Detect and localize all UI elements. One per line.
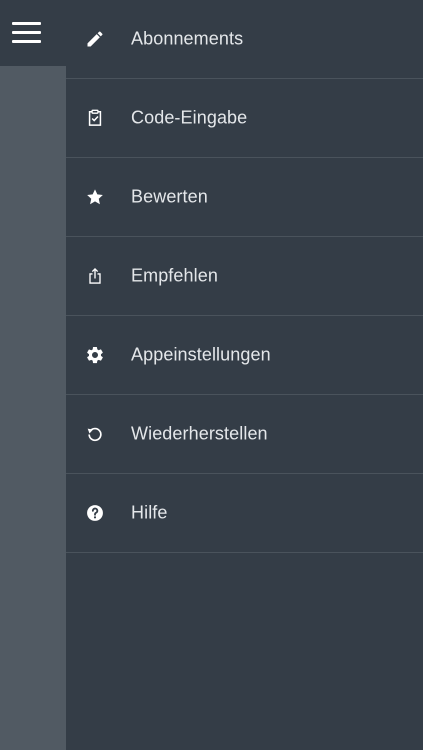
hamburger-line: [12, 40, 41, 43]
menu-item-code-eingabe[interactable]: Code-Eingabe: [66, 79, 423, 158]
menu-item-label: Wiederherstellen: [131, 423, 268, 444]
menu-item-hilfe[interactable]: Hilfe: [66, 474, 423, 553]
share-icon: [85, 266, 105, 286]
menu-item-empfehlen[interactable]: Empfehlen: [66, 237, 423, 316]
menu-item-wiederherstellen[interactable]: Wiederherstellen: [66, 395, 423, 474]
menu-item-label: Appeinstellungen: [131, 344, 271, 365]
star-icon: [85, 187, 105, 207]
menu-item-abonnements[interactable]: Abonnements: [66, 0, 423, 79]
restore-icon: [85, 424, 105, 444]
menu-item-appeinstellungen[interactable]: Appeinstellungen: [66, 316, 423, 395]
pencil-icon: [85, 29, 105, 49]
clipboard-check-icon: [85, 108, 105, 128]
gear-icon: [85, 345, 105, 365]
menu-item-label: Empfehlen: [131, 265, 218, 286]
menu-item-label: Hilfe: [131, 502, 168, 523]
menu-item-label: Abonnements: [131, 28, 244, 49]
side-menu: Abonnements Code-Eingabe Bewerten Empfeh…: [66, 0, 423, 553]
menu-item-bewerten[interactable]: Bewerten: [66, 158, 423, 237]
hamburger-line: [12, 31, 41, 34]
help-icon: [85, 503, 105, 523]
menu-item-label: Bewerten: [131, 186, 208, 207]
hamburger-menu-icon[interactable]: [12, 22, 41, 44]
menu-item-label: Code-Eingabe: [131, 107, 248, 128]
hamburger-line: [12, 22, 41, 25]
collapsed-content-panel: [0, 0, 66, 750]
menu-button-area: [0, 0, 66, 66]
